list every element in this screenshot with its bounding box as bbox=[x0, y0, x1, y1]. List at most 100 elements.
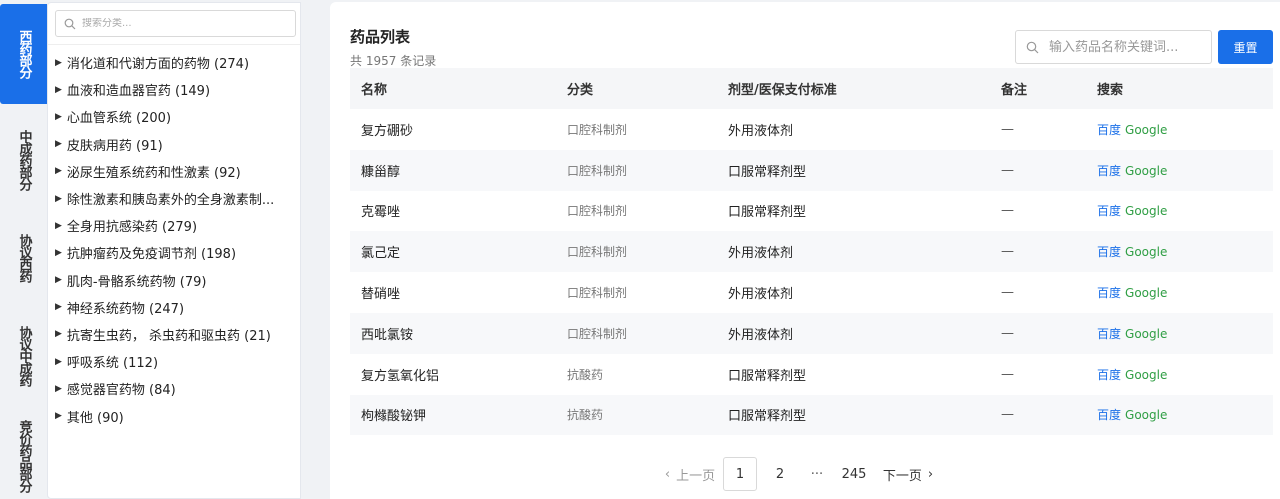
category-label: 全身用抗感染药 (279) bbox=[66, 220, 198, 236]
category-label: 神经系统药物 (247) bbox=[66, 301, 185, 317]
search-links: 百度 Google bbox=[1086, 231, 1273, 272]
drug-name: 复方氢氧化铝 bbox=[361, 368, 440, 384]
next-page-button[interactable]: 下一页 › bbox=[878, 457, 938, 491]
caret-right-icon: ▶ bbox=[55, 84, 62, 95]
caret-right-icon: ▶ bbox=[55, 247, 62, 258]
tab-label: 西药部分 bbox=[16, 30, 32, 78]
tab-bidding-drugs[interactable]: 竞价药品部分 bbox=[0, 412, 47, 499]
pagination-ellipsis: ··· bbox=[810, 466, 824, 482]
reset-button[interactable]: 重置 bbox=[1218, 30, 1273, 64]
category-search-input[interactable] bbox=[82, 18, 282, 29]
drug-note: — bbox=[1001, 203, 1014, 219]
baidu-search-link[interactable]: 百度 bbox=[1097, 164, 1121, 178]
divider bbox=[48, 44, 300, 45]
chevron-right-icon: › bbox=[927, 466, 934, 482]
search-links: 百度 Google bbox=[1086, 272, 1273, 313]
tab-label: 协议中成药 bbox=[16, 326, 32, 386]
google-search-link[interactable]: Google bbox=[1125, 368, 1167, 382]
category-item[interactable]: ▶ 血液和造血器官药 (149) bbox=[55, 76, 295, 103]
baidu-search-link[interactable]: 百度 bbox=[1097, 368, 1121, 382]
category-item[interactable]: ▶ 除性激素和胰岛素外的全身激素制... bbox=[55, 185, 295, 212]
baidu-search-link[interactable]: 百度 bbox=[1097, 204, 1121, 218]
section-tabs: 西药部分 中成药部分 协议西药 协议中成药 竞价药品部分 bbox=[0, 0, 47, 499]
search-links: 百度 Google bbox=[1086, 354, 1273, 395]
search-icon bbox=[64, 18, 76, 29]
category-item[interactable]: ▶ 肌肉-骨骼系统药物 (79) bbox=[55, 267, 295, 294]
table-row: 糠甾醇 口腔科制剂 口服常释剂型 — 百度 Google bbox=[350, 149, 1273, 191]
page-button-last[interactable]: 245 bbox=[837, 457, 871, 491]
category-label: 皮肤病用药 (91) bbox=[66, 138, 163, 154]
category-label: 除性激素和胰岛素外的全身激素制... bbox=[66, 193, 275, 209]
column-header-name: 名称 bbox=[361, 83, 388, 98]
category-item[interactable]: ▶ 心血管系统 (200) bbox=[55, 103, 295, 130]
drug-note: — bbox=[1001, 162, 1014, 178]
column-header-form: 剂型/医保支付标准 bbox=[728, 83, 837, 98]
category-label: 消化道和代谢方面的药物 (274) bbox=[66, 57, 250, 73]
category-label: 抗肿瘤药及免疫调节剂 (198) bbox=[66, 247, 237, 263]
google-search-link[interactable]: Google bbox=[1125, 327, 1167, 341]
drug-list-panel: 药品列表 共 1957 条记录 重置 名称 分类 剂型/医保支付标准 备注 搜索… bbox=[330, 2, 1280, 499]
drug-form: 外用液体剂 bbox=[728, 327, 794, 343]
search-links: 百度 Google bbox=[1086, 150, 1273, 191]
tab-agreement-chinese[interactable]: 协议中成药 bbox=[0, 306, 47, 406]
category-label: 其他 (90) bbox=[66, 410, 124, 426]
page-button-current[interactable]: 1 bbox=[723, 457, 757, 491]
tab-chinese-patent-medicine[interactable]: 中成药部分 bbox=[0, 110, 47, 210]
drug-category: 抗酸药 bbox=[567, 408, 604, 423]
drug-category: 口腔科制剂 bbox=[567, 326, 628, 341]
drug-category: 口腔科制剂 bbox=[567, 204, 628, 219]
drug-form: 口服常释剂型 bbox=[728, 368, 807, 384]
caret-right-icon: ▶ bbox=[55, 166, 62, 177]
record-count-prefix: 共 bbox=[350, 54, 363, 68]
caret-right-icon: ▶ bbox=[55, 275, 62, 286]
page-title: 药品列表 bbox=[350, 28, 411, 46]
drug-category: 口腔科制剂 bbox=[567, 122, 628, 137]
drug-note: — bbox=[1001, 366, 1014, 382]
drug-form: 口服常释剂型 bbox=[728, 164, 807, 180]
caret-right-icon: ▶ bbox=[55, 193, 62, 204]
drug-search-input[interactable] bbox=[1049, 39, 1199, 55]
category-item[interactable]: ▶ 皮肤病用药 (91) bbox=[55, 131, 295, 158]
category-item[interactable]: ▶ 抗肿瘤药及免疫调节剂 (198) bbox=[55, 239, 295, 266]
tab-label: 竞价药品部分 bbox=[16, 419, 32, 492]
category-search-box[interactable] bbox=[55, 10, 296, 37]
baidu-search-link[interactable]: 百度 bbox=[1097, 408, 1121, 422]
drug-form: 外用液体剂 bbox=[728, 123, 794, 139]
caret-right-icon: ▶ bbox=[55, 111, 62, 122]
category-item[interactable]: ▶ 感觉器官药物 (84) bbox=[55, 375, 295, 402]
category-item[interactable]: ▶ 消化道和代谢方面的药物 (274) bbox=[55, 49, 295, 76]
google-search-link[interactable]: Google bbox=[1125, 286, 1167, 300]
google-search-link[interactable]: Google bbox=[1125, 204, 1167, 218]
category-item[interactable]: ▶ 全身用抗感染药 (279) bbox=[55, 212, 295, 239]
category-item[interactable]: ▶ 泌尿生殖系统药和性激素 (92) bbox=[55, 158, 295, 185]
category-list: ▶ 消化道和代谢方面的药物 (274) ▶ 血液和造血器官药 (149) ▶ 心血管系… bbox=[55, 49, 295, 430]
google-search-link[interactable]: Google bbox=[1125, 408, 1167, 422]
caret-right-icon: ▶ bbox=[55, 356, 62, 367]
record-count-suffix: 条记录 bbox=[400, 54, 437, 68]
baidu-search-link[interactable]: 百度 bbox=[1097, 123, 1121, 137]
category-item[interactable]: ▶ 其他 (90) bbox=[55, 402, 295, 429]
table-row: 枸橼酸铋钾 抗酸药 口服常释剂型 — 百度 Google bbox=[350, 394, 1273, 436]
drug-category: 口腔科制剂 bbox=[567, 163, 628, 178]
category-item[interactable]: ▶ 神经系统药物 (247) bbox=[55, 294, 295, 321]
drug-search-box[interactable] bbox=[1015, 30, 1212, 64]
column-header-search: 搜索 bbox=[1097, 83, 1124, 98]
pagination: ‹ 上一页 1 2 ··· 245 下一页 › bbox=[660, 456, 938, 492]
baidu-search-link[interactable]: 百度 bbox=[1097, 286, 1121, 300]
drug-note: — bbox=[1001, 285, 1014, 301]
prev-page-button[interactable]: ‹ 上一页 bbox=[660, 457, 720, 491]
drug-name: 枸橼酸铋钾 bbox=[361, 409, 427, 425]
baidu-search-link[interactable]: 百度 bbox=[1097, 327, 1121, 341]
category-item[interactable]: ▶ 呼吸系统 (112) bbox=[55, 348, 295, 375]
caret-right-icon: ▶ bbox=[55, 220, 62, 231]
google-search-link[interactable]: Google bbox=[1125, 245, 1167, 259]
tab-western-medicine[interactable]: 西药部分 bbox=[0, 4, 47, 104]
baidu-search-link[interactable]: 百度 bbox=[1097, 245, 1121, 259]
category-item[interactable]: ▶ 抗寄生虫药， 杀虫药和驱虫药 (21) bbox=[55, 321, 295, 348]
tab-agreement-western[interactable]: 协议西药 bbox=[0, 216, 47, 300]
drug-form: 外用液体剂 bbox=[728, 287, 794, 303]
google-search-link[interactable]: Google bbox=[1125, 164, 1167, 178]
page-button[interactable]: 2 bbox=[763, 457, 797, 491]
google-search-link[interactable]: Google bbox=[1125, 123, 1167, 137]
search-icon bbox=[1026, 41, 1039, 53]
